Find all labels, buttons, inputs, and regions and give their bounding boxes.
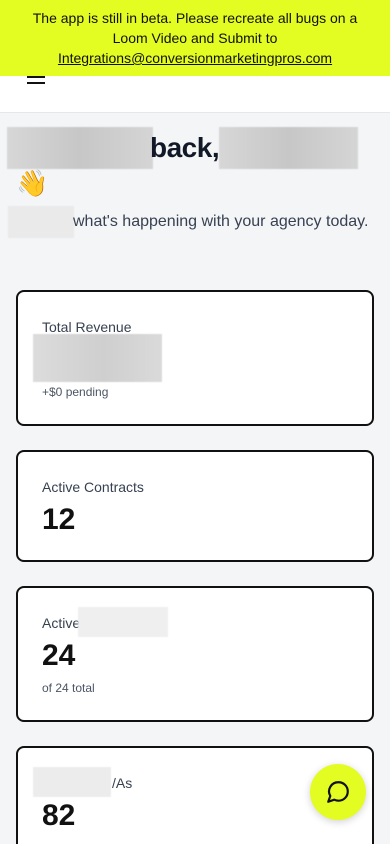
hamburger-icon [27,76,45,78]
beta-banner: The app is still in beta. Please recreat… [0,0,390,76]
redacted-text [7,127,153,169]
hamburger-icon-bar [27,82,45,84]
beta-banner-line-2: Loom Video and Submit to [112,30,278,46]
redacted-text [33,767,111,797]
card-value: 82 [42,799,76,832]
greeting-subtitle: what's happening with your agency today. [73,213,369,230]
redacted-revenue-value [33,334,162,382]
redacted-user-name [219,127,358,169]
hamburger-menu-button[interactable] [27,76,45,86]
card-label: Total Revenue [42,319,132,335]
chat-support-button[interactable] [310,764,366,820]
card-label: /As [112,775,133,791]
card-value: 24 [42,639,76,672]
active-items-card[interactable]: Active 24 of 24 total [16,586,374,722]
beta-banner-line-1: The app is still in beta. Please recreat… [32,10,358,26]
card-subtext: +$0 pending [42,385,109,399]
chat-bubble-icon [327,781,349,803]
total-revenue-card[interactable]: Total Revenue +$0 pending [16,290,374,426]
active-contracts-card[interactable]: Active Contracts 12 [16,450,374,562]
welcome-greeting: back, 👋 what's happening with your agenc… [7,127,374,238]
card-label: Active [42,615,81,631]
redacted-text [78,607,168,637]
support-email-link[interactable]: Integrations@conversionmarketingpros.com [0,48,390,68]
card-label: Active Contracts [42,479,144,495]
card-subtext: of 24 total [42,681,95,695]
page-title: back, [7,127,374,169]
greeting-title-text: back, [150,132,220,163]
top-navigation-bar [0,76,390,113]
card-value: 12 [42,503,76,536]
waving-hand-icon: 👋 [16,168,49,198]
